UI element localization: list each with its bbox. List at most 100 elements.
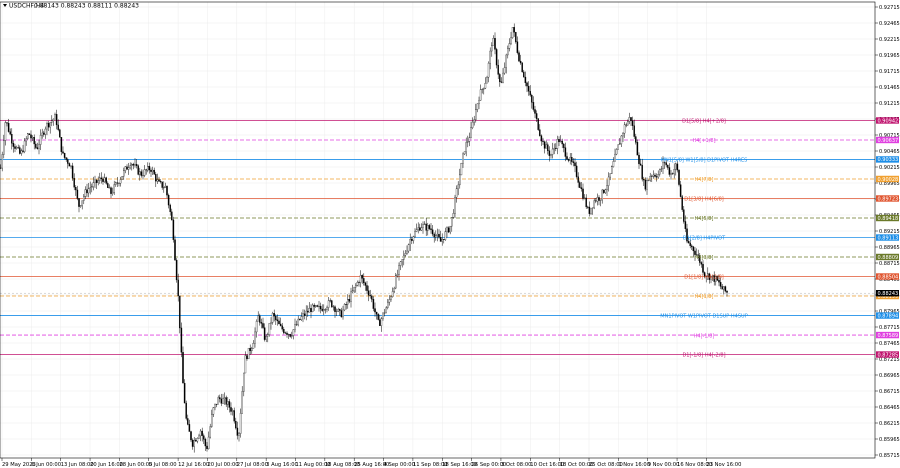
candle-body xyxy=(622,133,624,137)
candle-body xyxy=(305,310,307,316)
candle-body xyxy=(379,319,381,326)
candle-body xyxy=(724,286,727,292)
candle-body xyxy=(571,157,573,162)
candle-body xyxy=(52,118,55,121)
date-tick-label: 9 Nov 00:00 xyxy=(648,462,680,468)
candle-body xyxy=(310,308,312,313)
candle-body xyxy=(267,334,269,337)
candle-body xyxy=(598,197,600,201)
candle-body xyxy=(150,169,152,172)
candle-body xyxy=(159,181,162,183)
candle-body xyxy=(73,178,75,188)
candle-body xyxy=(627,121,629,126)
date-tick-label: 3 Oct 08:00 xyxy=(501,462,532,468)
candle-body xyxy=(535,113,538,119)
candle-body xyxy=(647,179,650,181)
candle-body xyxy=(185,402,187,419)
candle-body xyxy=(636,142,639,156)
candle-body xyxy=(155,174,157,182)
level-label: D1[5/8] H4[+2/8] xyxy=(682,119,726,125)
candle-body xyxy=(684,221,687,229)
candle-body xyxy=(607,176,610,186)
candle-body xyxy=(319,305,322,310)
candle-body xyxy=(137,165,139,175)
candle-body xyxy=(467,141,469,143)
candle-body xyxy=(38,144,40,149)
level-price-tag-text: 0.89723 xyxy=(878,196,899,202)
candle-body xyxy=(70,165,72,167)
candle-body xyxy=(238,433,240,436)
candle-body xyxy=(323,309,325,311)
candle-body xyxy=(548,150,551,156)
candle-body xyxy=(223,397,226,399)
date-tick-label: 5 Jul 08:00 xyxy=(149,462,177,468)
candle-body xyxy=(523,71,525,78)
candle-body xyxy=(249,347,251,352)
candle-body xyxy=(524,76,527,83)
candle-body xyxy=(191,439,194,447)
candle-body xyxy=(196,438,199,442)
candle-body xyxy=(676,163,679,171)
candle-body xyxy=(719,282,722,287)
candle-body xyxy=(558,139,560,143)
date-tick-label: 12 Jul 16:00 xyxy=(178,462,209,468)
candle-body xyxy=(220,398,223,404)
price-tick-label: 0.90215 xyxy=(879,165,900,171)
candle-body xyxy=(276,319,279,322)
candle-body xyxy=(102,178,104,182)
candle-body xyxy=(9,131,11,135)
candle-body xyxy=(539,129,541,136)
candle-body xyxy=(382,312,384,319)
candle-body xyxy=(438,233,440,238)
candle-body xyxy=(423,223,426,225)
candle-body xyxy=(79,205,82,207)
candle-body xyxy=(519,60,522,64)
price-tick-label: 0.86215 xyxy=(879,421,900,427)
level-price-tag-text: 0.90942 xyxy=(878,118,899,124)
candle-body xyxy=(7,123,10,132)
candle-body xyxy=(515,32,517,42)
candle-body xyxy=(361,275,363,279)
candle-body xyxy=(195,440,197,442)
candle-body xyxy=(590,208,592,214)
candle-body xyxy=(83,196,85,201)
level-price-tag-text: 0.89418 xyxy=(878,216,899,222)
candle-body xyxy=(593,200,595,208)
candle-body xyxy=(124,166,127,171)
candle-body xyxy=(236,427,239,436)
candle-body xyxy=(372,299,375,309)
candle-body xyxy=(534,109,536,114)
candle-body xyxy=(161,181,163,188)
candle-body xyxy=(54,114,56,120)
candle-body xyxy=(391,291,394,297)
price-chart[interactable]: D1[5/8] H4[+2/8] H4[+1/8] MN1[5/8] W1[5/8]… xyxy=(0,0,900,468)
level-price-tag-text: 0.90028 xyxy=(878,177,899,183)
candle-body xyxy=(158,179,160,182)
price-tick-label: 0.92715 xyxy=(879,5,900,11)
candle-body xyxy=(340,310,343,318)
candle-body xyxy=(393,287,395,292)
level-label: H4[+1/8] xyxy=(692,138,715,144)
candle-body xyxy=(47,123,50,128)
candle-body xyxy=(652,174,655,177)
candle-body xyxy=(518,52,520,62)
candle-body xyxy=(91,186,93,188)
candle-body xyxy=(563,143,565,148)
candle-body xyxy=(363,278,365,284)
candle-body xyxy=(511,27,514,38)
candle-body xyxy=(422,224,424,228)
candle-body xyxy=(4,122,7,141)
candle-body xyxy=(723,286,725,290)
candle-body xyxy=(148,166,151,171)
candle-body xyxy=(273,313,275,317)
candle-body xyxy=(721,286,723,290)
candle-body xyxy=(646,180,648,190)
candle-body xyxy=(660,168,663,170)
level-label: D1[3/8] H4[6/8] xyxy=(684,197,724,203)
candle-body xyxy=(283,329,285,333)
price-tick-label: 0.91465 xyxy=(879,85,900,91)
candle-body xyxy=(241,391,243,414)
candle-body xyxy=(476,103,479,110)
candle-body xyxy=(182,352,184,384)
candle-body xyxy=(275,316,277,320)
